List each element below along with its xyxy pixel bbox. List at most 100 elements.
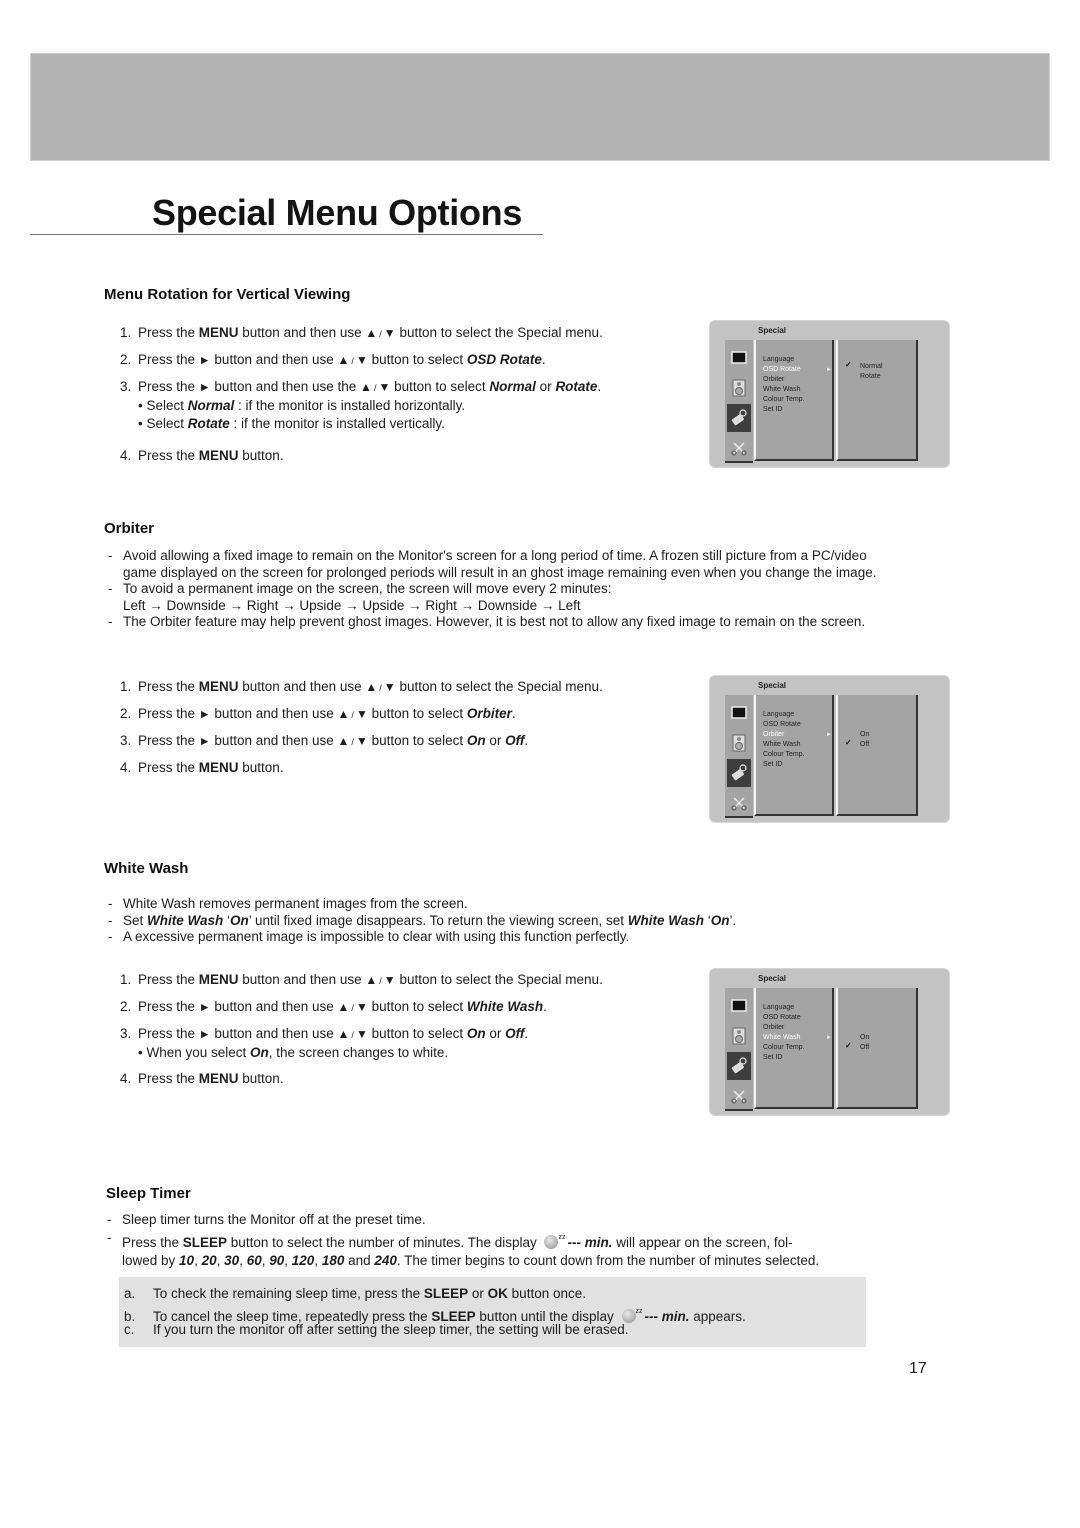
bullet: - Set White Wash ‘On’ until fixed image d… (108, 912, 737, 928)
step-number: 3. (120, 1026, 132, 1041)
movement-sequence: Left → Downside → Right → Upside → Upsid… (123, 597, 581, 613)
osd-screenshot-orbiter: Special Language OSD Rotate Orbiter ► White W… (709, 675, 950, 823)
step: 4. Press the MENU button. (120, 448, 284, 463)
osd-menu-list: Language OSD Rotate ► Orbiter White Wash Colo… (754, 340, 834, 461)
step-number: 1. (120, 972, 132, 987)
zz-icon: zz (558, 1233, 566, 1241)
osd-option: On (860, 731, 870, 738)
orbiter-bullets: - Avoid allowing a fixed image to remain … (108, 548, 878, 631)
osd-menu-item: OSD Rotate (763, 721, 801, 728)
bullet: - Sleep timer turns the Monitor off at th… (107, 1212, 426, 1227)
sleep-timer-bullets: - Sleep timer turns the Monitor off at th… (107, 1212, 887, 1270)
step-number: 1. (120, 679, 132, 694)
minute-value: 10 (179, 1252, 195, 1268)
osd-title: Special (758, 326, 787, 335)
osd-menu-list: Language OSD Rotate Orbiter White Wash ► Colo… (754, 988, 834, 1109)
step-number: 3. (120, 733, 132, 748)
sub-bullet: • When you select On, the screen changes… (138, 1045, 449, 1060)
osd-right-arrow-icon: ► (826, 367, 832, 373)
step: 1. Press the MENU button and then use ▲ / ▼… (120, 325, 603, 340)
minute-value: 60 (246, 1252, 262, 1268)
tools-icon (727, 1082, 751, 1110)
step-number: 4. (120, 448, 132, 463)
minute-value: 90 (269, 1252, 285, 1268)
minute-value: 30 (224, 1252, 240, 1268)
section-heading-sleep-timer: Sleep Timer (106, 1185, 191, 1202)
speaker-icon (727, 1022, 751, 1050)
orbiter-steps: 1. Press the MENU button and then use ▲ / ▼… (120, 678, 603, 776)
osd-menu-item: OSD Rotate (763, 366, 801, 373)
osd-option: Rotate (860, 373, 881, 380)
bullet: - The Orbiter feature may help prevent gh… (108, 614, 866, 629)
step: 2. Press the ► button and then use ▲ / ▼ bu… (120, 999, 547, 1014)
page-title: Special Menu Options (152, 192, 523, 233)
step: 2. Press the ► button and then use ▲ / ▼ bu… (120, 352, 546, 367)
osd-menu-item: Set ID (763, 1054, 783, 1061)
osd-menu-item: Set ID (763, 406, 783, 413)
page-number: 17 (909, 1360, 927, 1377)
osd-check-icon: ✓ (845, 360, 852, 369)
step: 3. Press the ► button and then use ▲ / ▼ bu… (120, 733, 529, 748)
white-wash-bullets: - White Wash removes permanent images fro… (108, 896, 878, 946)
osd-menu-item: Set ID (763, 761, 783, 768)
step: 4. Press the MENU button. (120, 1071, 284, 1086)
osd-menu-item: Language (763, 356, 795, 363)
section-heading-white-wash: White Wash (104, 860, 189, 877)
osd-menu-item: White Wash (763, 1034, 801, 1041)
osd-menu-item: OSD Rotate (763, 1014, 801, 1021)
title-divider (30, 234, 543, 235)
osd-check-icon: ✓ (845, 1041, 852, 1050)
speaker-icon (727, 374, 751, 402)
minute-value: 120 (291, 1252, 315, 1268)
bullet: - Press the SLEEP button to select the n… (107, 1229, 820, 1268)
osd-screenshot-white-wash: Special Language OSD Rotate Orbiter White Wa… (709, 968, 950, 1116)
osd-option: On (860, 1034, 870, 1041)
sub-bullet: • Select Rotate : if the monitor is inst… (138, 416, 445, 431)
step-number: 2. (120, 706, 132, 721)
zz-icon: zz (635, 1308, 643, 1315)
tools-icon (727, 789, 751, 817)
header-banner (30, 53, 1050, 161)
sub-bullet: • Select Normal : if the monitor is inst… (138, 398, 466, 413)
osd-screenshot-osd-rotate: Special Language OSD Rotate ► Orbiter White W… (709, 320, 950, 468)
sleep-clock-icon (544, 1234, 559, 1249)
bullet: -A excessive permanent image is impossib… (108, 929, 630, 944)
note-item: a. To check the remaining sleep time, pre… (124, 1286, 586, 1301)
osd-submenu: On Off ✓ (836, 695, 918, 816)
menu-rotation-steps: 1. Press the MENU button and then use ▲ / ▼… (120, 324, 603, 464)
picture-icon (727, 344, 751, 372)
osd-menu-item: Orbiter (763, 731, 785, 738)
osd-submenu: On Off ✓ (836, 988, 918, 1109)
bullet: - Avoid allowing a fixed image to remain … (108, 548, 877, 580)
osd-option: Off (860, 1044, 870, 1051)
speaker-icon (727, 729, 751, 757)
bullet: - White Wash removes permanent images fro… (108, 896, 468, 911)
osd-right-arrow-icon: ► (826, 732, 832, 738)
step-number: 2. (120, 999, 132, 1014)
osd-icon-bar (725, 988, 753, 1111)
osd-menu-item: Orbiter (763, 376, 785, 383)
step-number: 4. (120, 760, 132, 775)
picture-icon (727, 992, 751, 1020)
osd-title: Special (758, 974, 787, 983)
osd-menu-item: White Wash (763, 741, 801, 748)
osd-menu-item: Colour Temp. (763, 751, 805, 758)
osd-menu-item: Language (763, 711, 795, 718)
osd-option: Normal (860, 363, 883, 370)
minute-value: 240 (374, 1252, 397, 1268)
osd-menu-item: Colour Temp. (763, 396, 805, 403)
osd-menu-item: Colour Temp. (763, 1044, 805, 1051)
step: 1. Press the MENU button and then use ▲ / ▼… (120, 972, 603, 987)
osd-option: Off (860, 741, 870, 748)
osd-submenu: Normal ✓ Rotate (836, 340, 918, 461)
note-item: c. If you turn the monitor off after sett… (124, 1322, 629, 1337)
step-number: 1. (120, 325, 132, 340)
step-number: 4. (120, 1071, 132, 1086)
osd-menu-item: Orbiter (763, 1024, 785, 1031)
section-heading-menu-rotation: Menu Rotation for Vertical Viewing (104, 286, 351, 303)
minute-value: 180 (321, 1252, 345, 1268)
step: 1. Press the MENU button and then use ▲ / ▼… (120, 679, 603, 694)
step: 3. Press the ► button and then use ▲ / ▼ bu… (120, 1026, 529, 1041)
osd-icon-bar (725, 340, 753, 463)
step-number: 2. (120, 352, 132, 367)
